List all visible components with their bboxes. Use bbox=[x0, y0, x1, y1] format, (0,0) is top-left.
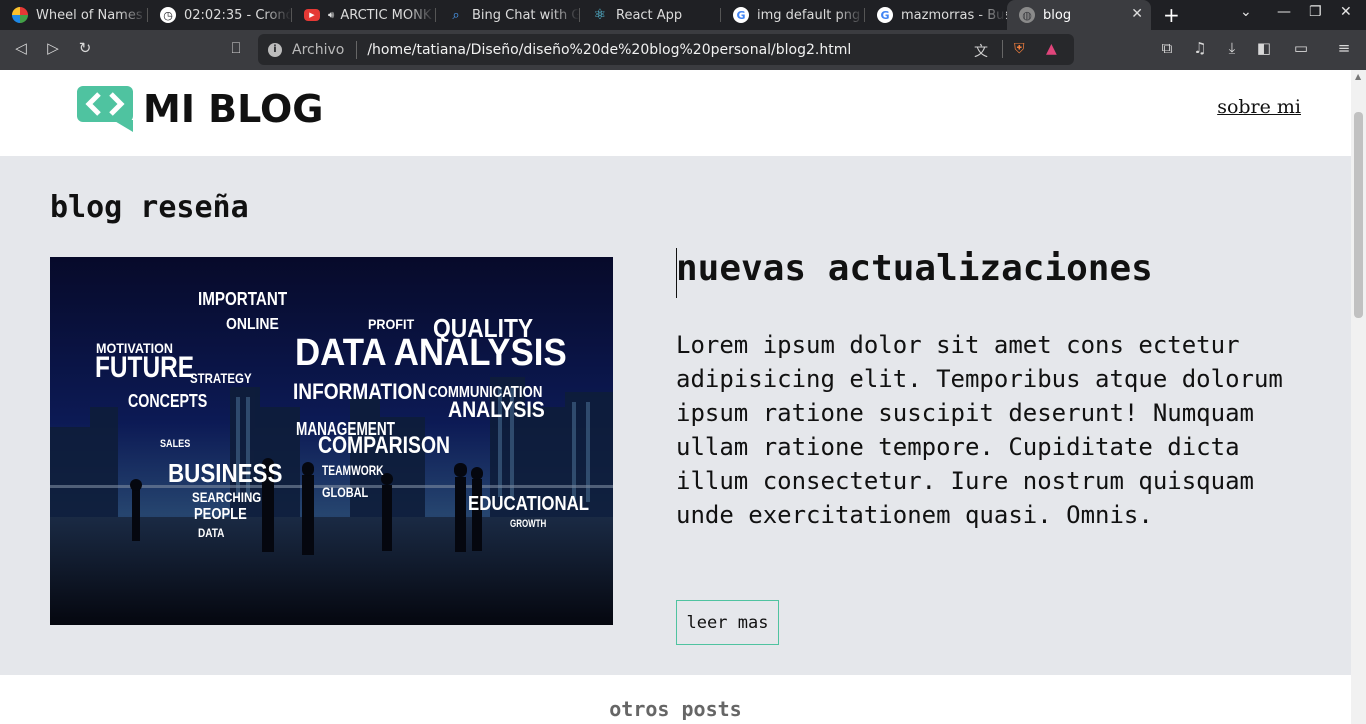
menu-icon[interactable]: ≡ bbox=[1333, 39, 1355, 57]
tab-strip: Wheel of Names ◷ 02:02:35 - Cronóm ▶ 🔊︎ … bbox=[0, 0, 1366, 30]
tab-wheel-of-names[interactable]: Wheel of Names bbox=[0, 0, 148, 30]
google-icon: G bbox=[877, 7, 893, 23]
image-word: MANAGEMENT bbox=[296, 419, 395, 439]
tab-search-chevron-icon[interactable]: ⌄ bbox=[1240, 4, 1252, 20]
other-posts-title: otros posts bbox=[609, 697, 742, 721]
tab-blog[interactable]: ◍ blog ✕ bbox=[1007, 0, 1151, 30]
info-icon[interactable]: i bbox=[268, 42, 282, 57]
reload-icon[interactable]: ↻ bbox=[74, 39, 96, 57]
globe-icon: ◍ bbox=[1019, 7, 1035, 23]
featured-post-section: blog reseña DATA ANALYSIS FUTURE BUSINES… bbox=[0, 156, 1351, 675]
image-word: BUSINESS bbox=[168, 458, 282, 488]
google-icon: G bbox=[733, 7, 749, 23]
image-word: CONCEPTS bbox=[128, 391, 207, 411]
logo-text: MI BLOG bbox=[143, 87, 324, 131]
tab-cronometro[interactable]: ◷ 02:02:35 - Cronóm bbox=[148, 0, 292, 30]
article-excerpt: Lorem ipsum dolor sit amet cons ectetur … bbox=[676, 331, 1283, 529]
sidebar-icon[interactable]: ◧ bbox=[1253, 39, 1275, 57]
translate-icon[interactable]: 文 bbox=[974, 41, 988, 61]
image-word: IMPORTANT bbox=[198, 289, 287, 309]
image-word: COMMUNICATION bbox=[428, 384, 542, 401]
clock-icon: ◷ bbox=[160, 7, 176, 23]
media-icon[interactable]: ♫ bbox=[1189, 39, 1211, 57]
maximize-icon[interactable]: ❐ bbox=[1309, 4, 1322, 20]
page-viewport: MI BLOG sobre mi blog reseña DATA ANALYS… bbox=[0, 70, 1351, 724]
extensions-icon[interactable]: ⧉ bbox=[1156, 39, 1178, 57]
image-word: MOTIVATION bbox=[96, 340, 173, 356]
brave-shield-icon[interactable]: ⛨ bbox=[1014, 41, 1025, 57]
tab-mazmorras[interactable]: G mazmorras - Busc bbox=[865, 0, 1007, 30]
tab-react-app[interactable]: ⚛ React App bbox=[580, 0, 721, 30]
image-word: ONLINE bbox=[226, 316, 279, 333]
code-bubble-logo-icon bbox=[77, 86, 133, 132]
image-word: SALES bbox=[160, 438, 190, 450]
new-tab-button[interactable]: + bbox=[1163, 3, 1180, 27]
image-word: QUALITY bbox=[433, 313, 533, 343]
url-scheme-label: Archivo bbox=[292, 41, 345, 58]
article-title: nuevas actualizaciones bbox=[676, 248, 1153, 289]
site-logo[interactable]: MI BLOG bbox=[77, 86, 324, 132]
tab-label: blog bbox=[1043, 7, 1072, 23]
address-bar[interactable]: i Archivo /home/tatiana/Diseño/diseño%20… bbox=[258, 34, 1074, 65]
speaker-icon[interactable]: 🔊︎ bbox=[328, 10, 334, 21]
image-word: DATA bbox=[198, 526, 225, 540]
tab-img-default[interactable]: G img default png - bbox=[721, 0, 865, 30]
image-word: PROFIT bbox=[368, 316, 415, 332]
image-word: SEARCHING bbox=[192, 489, 261, 505]
image-word: STRATEGY bbox=[190, 370, 252, 386]
tab-bing-chat[interactable]: ⌕ Bing Chat with GP bbox=[436, 0, 580, 30]
image-word: TEAMWORK bbox=[322, 462, 384, 478]
scroll-thumb[interactable] bbox=[1354, 112, 1363, 318]
image-word: GLOBAL bbox=[322, 484, 369, 500]
close-tab-icon[interactable]: ✕ bbox=[1131, 6, 1143, 22]
react-icon: ⚛ bbox=[593, 7, 607, 23]
bookmark-icon[interactable]: ⎕ bbox=[225, 39, 247, 57]
read-more-button[interactable]: leer mas bbox=[676, 600, 779, 645]
youtube-icon: ▶ bbox=[304, 9, 320, 21]
tab-label: React App bbox=[616, 7, 683, 23]
wheel-icon bbox=[12, 7, 28, 23]
image-word: INFORMATION bbox=[293, 379, 426, 404]
site-header: MI BLOG sobre mi bbox=[0, 70, 1351, 156]
url-text[interactable]: /home/tatiana/Diseño/diseño%20de%20blog%… bbox=[367, 42, 851, 58]
browser-toolbar: ◁ ▷ ↻ ⎕ i Archivo /home/tatiana/Diseño/d… bbox=[0, 30, 1366, 70]
featured-post-image: DATA ANALYSISFUTUREBUSINESSCOMPARISONQUA… bbox=[50, 257, 613, 625]
tab-arctic-monkeys[interactable]: ▶ 🔊︎ ARCTIC MONK bbox=[292, 0, 436, 30]
section-title: blog reseña bbox=[50, 190, 249, 225]
back-icon[interactable]: ◁ bbox=[10, 39, 32, 57]
image-word: PEOPLE bbox=[194, 506, 247, 523]
scroll-up-icon[interactable]: ▲ bbox=[1355, 72, 1361, 81]
close-window-icon[interactable]: ✕ bbox=[1340, 4, 1352, 20]
nav-link-sobre-mi[interactable]: sobre mi bbox=[1217, 96, 1301, 118]
brave-rewards-icon[interactable]: ▲ bbox=[1046, 41, 1057, 57]
image-word: GROWTH bbox=[510, 518, 546, 530]
search-icon: ⌕ bbox=[452, 7, 460, 23]
download-icon[interactable]: ⤓ bbox=[1221, 39, 1243, 57]
page-scrollbar[interactable]: ▲ bbox=[1351, 70, 1366, 724]
minimize-icon[interactable]: — bbox=[1277, 4, 1291, 20]
forward-icon[interactable]: ▷ bbox=[42, 39, 64, 57]
wallet-icon[interactable]: ▭ bbox=[1290, 39, 1312, 57]
image-word: EDUCATIONAL bbox=[468, 493, 589, 515]
